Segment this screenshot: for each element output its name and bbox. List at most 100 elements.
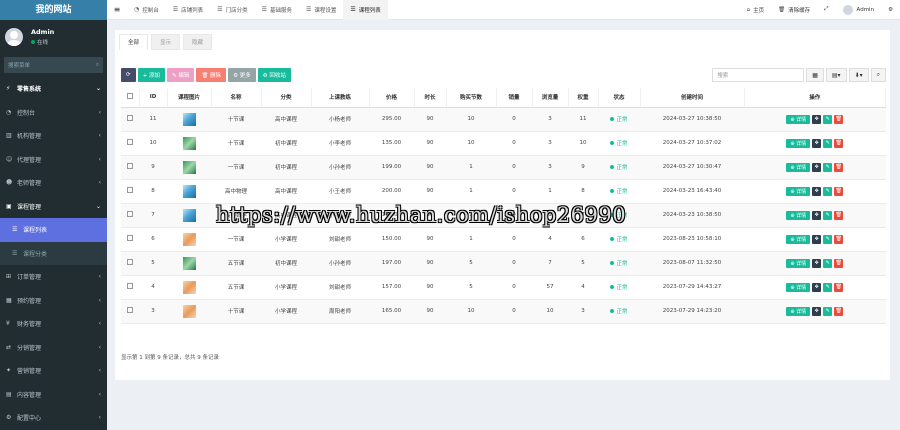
row-checkbox-cell[interactable] xyxy=(121,107,139,132)
course-thumbnail[interactable] xyxy=(182,112,196,126)
sidebar-item-12[interactable]: ✦ 营销管理 ‹ xyxy=(0,359,107,383)
edit-pencil-icon[interactable]: ✎ xyxy=(823,258,833,268)
column-header[interactable]: 浏览量 xyxy=(532,88,569,108)
table-row[interactable]: 6 一节课 小学课程 刘甜老师 150.00 90 1 0 4 6 正常 2023-08-23 10:… xyxy=(121,227,886,252)
edit-pencil-icon[interactable]: ✎ xyxy=(823,210,833,220)
page-tab-0[interactable]: ◔ 控制台 xyxy=(127,0,166,20)
column-header[interactable]: 价格 xyxy=(369,88,415,108)
table-row[interactable]: 11 十节课 高中课程 小杨老师 295.00 90 10 0 3 11 正常 2024-03-27 … xyxy=(121,107,886,132)
delete-trash-icon[interactable]: 🗑 xyxy=(834,234,844,244)
page-tab-4[interactable]: ☰ 课程设置 xyxy=(299,0,343,20)
refresh-button[interactable]: ⟳ xyxy=(121,68,136,82)
sidebar-item-1[interactable]: ◔ 控制台 ‹ xyxy=(0,101,107,125)
row-checkbox-cell[interactable] xyxy=(121,299,139,324)
row-checkbox-cell[interactable] xyxy=(121,203,139,228)
column-header[interactable]: 上课教练 xyxy=(311,88,370,108)
delete-trash-icon[interactable]: 🗑 xyxy=(834,186,844,196)
drag-move-icon[interactable]: ✥ xyxy=(812,138,822,148)
column-header[interactable]: 分类 xyxy=(261,88,312,108)
sidebar-item-3[interactable]: ☺ 代理管理 ‹ xyxy=(0,148,107,172)
menu-toggle-icon[interactable]: ≡ xyxy=(107,5,127,14)
delete-trash-icon[interactable]: 🗑 xyxy=(834,282,844,292)
column-header[interactable]: 权重 xyxy=(568,88,599,108)
edit-pencil-icon[interactable]: ✎ xyxy=(823,306,833,316)
page-tab-1[interactable]: ☰ 店铺列表 xyxy=(166,0,210,20)
table-row[interactable]: 9 一节课 初中课程 小孙老师 199.00 90 1 0 3 9 正常 2024-03-27 10:… xyxy=(121,155,886,180)
clear-cache-button[interactable]: 🗑 清除缓存 xyxy=(771,6,817,14)
detail-button[interactable]: ⊕ 详情 xyxy=(786,282,811,292)
recycle-bin-button[interactable]: ♻ 回收站 xyxy=(257,68,291,82)
sidebar-item-10[interactable]: ¥ 财务管理 ‹ xyxy=(0,312,107,336)
sidebar-item-2[interactable]: ▥ 机构管理 ‹ xyxy=(0,124,107,148)
edit-pencil-icon[interactable]: ✎ xyxy=(823,282,833,292)
row-checkbox[interactable] xyxy=(127,187,133,193)
row-checkbox[interactable] xyxy=(127,211,133,217)
table-row[interactable]: 8 高中物理 高中课程 小王老师 200.00 90 1 0 1 8 正常 2024-03-23 16… xyxy=(121,179,886,204)
delete-trash-icon[interactable]: 🗑 xyxy=(834,258,844,268)
site-logo[interactable]: 我的网站 xyxy=(0,0,107,20)
page-tab-5[interactable]: ☰ 课程列表 xyxy=(343,0,388,20)
course-thumbnail[interactable] xyxy=(182,208,196,222)
export-icon[interactable]: ⬇▾ xyxy=(848,68,869,82)
drag-move-icon[interactable]: ✥ xyxy=(812,186,822,196)
sidebar-item-13[interactable]: ▤ 内容管理 ‹ xyxy=(0,383,107,407)
filter-tab-1[interactable]: 显示 xyxy=(151,34,181,50)
sidebar-item-4[interactable]: ☻ 老师管理 ‹ xyxy=(0,171,107,195)
columns-icon[interactable]: ▤▾ xyxy=(825,68,847,82)
admin-menu[interactable]: Admin xyxy=(836,4,882,15)
search-icon[interactable]: ⌕ xyxy=(96,62,99,69)
sidebar-item-9[interactable]: ▦ 预约管理 ‹ xyxy=(0,289,107,313)
detail-button[interactable]: ⊕ 详情 xyxy=(786,306,811,316)
column-header[interactable]: 名称 xyxy=(211,88,262,108)
sidebar-item-14[interactable]: ⚙ 配置中心 ‹ xyxy=(0,406,107,430)
select-all-checkbox[interactable] xyxy=(121,88,140,108)
column-header[interactable]: 操作 xyxy=(744,88,886,108)
detail-button[interactable]: ⊕ 详情 xyxy=(786,138,811,148)
detail-button[interactable]: ⊕ 详情 xyxy=(786,114,811,124)
row-checkbox[interactable] xyxy=(127,259,133,265)
edit-pencil-icon[interactable]: ✎ xyxy=(823,138,833,148)
page-tab-3[interactable]: ☰ 基础服务 xyxy=(255,0,299,20)
detail-button[interactable]: ⊕ 详情 xyxy=(786,234,811,244)
column-header[interactable]: 创建时间 xyxy=(640,88,745,108)
edit-pencil-icon[interactable]: ✎ xyxy=(823,114,833,124)
toggle-view-icon[interactable]: ▦ xyxy=(806,68,824,82)
course-thumbnail[interactable] xyxy=(182,280,196,294)
course-thumbnail[interactable] xyxy=(182,184,196,198)
sidebar-item-11[interactable]: ⇄ 分销管理 ‹ xyxy=(0,336,107,360)
row-checkbox-cell[interactable] xyxy=(121,251,139,276)
column-header[interactable]: 销量 xyxy=(496,88,533,108)
column-header[interactable]: 购买节数 xyxy=(446,88,497,108)
sidebar-item-5[interactable]: ▣ 课程管理 ⌄ xyxy=(0,195,107,219)
table-row[interactable]: 10 十节课 初中课程 小李老师 135.00 90 10 0 3 10 正常 2024-03-27 … xyxy=(121,131,886,156)
drag-move-icon[interactable]: ✥ xyxy=(812,282,822,292)
filter-tab-0[interactable]: 全部 xyxy=(119,34,149,50)
detail-button[interactable]: ⊕ 详情 xyxy=(786,210,811,220)
delete-trash-icon[interactable]: 🗑 xyxy=(834,114,844,124)
row-checkbox[interactable] xyxy=(127,235,133,241)
delete-trash-icon[interactable]: 🗑 xyxy=(834,138,844,148)
sidebar-item-7[interactable]: ☰ 课程分类 xyxy=(0,241,107,265)
delete-trash-icon[interactable]: 🗑 xyxy=(834,162,844,172)
column-header[interactable]: ID xyxy=(139,88,168,108)
edit-button[interactable]: ✎ 编辑 xyxy=(166,68,195,82)
advanced-search-icon[interactable]: ⌕ xyxy=(870,68,886,82)
table-row[interactable]: 4 五节课 小学课程 刘甜老师 157.00 90 5 0 57 4 正常 2023-07-29 14… xyxy=(121,275,886,300)
column-header[interactable]: 时长 xyxy=(414,88,447,108)
row-checkbox[interactable] xyxy=(127,283,133,289)
edit-pencil-icon[interactable]: ✎ xyxy=(823,162,833,172)
course-thumbnail[interactable] xyxy=(182,160,196,174)
row-checkbox[interactable] xyxy=(127,139,133,145)
home-link[interactable]: ⌂ 主页 xyxy=(740,6,772,14)
row-checkbox-cell[interactable] xyxy=(121,227,139,252)
drag-move-icon[interactable]: ✥ xyxy=(812,234,822,244)
row-checkbox-cell[interactable] xyxy=(121,155,139,180)
add-button[interactable]: + 添加 xyxy=(137,68,165,82)
delete-trash-icon[interactable]: 🗑 xyxy=(834,210,844,220)
sidebar-item-0[interactable]: ⚡ 零售系统 ⌄ xyxy=(0,77,107,101)
detail-button[interactable]: ⊕ 详情 xyxy=(786,258,811,268)
course-thumbnail[interactable] xyxy=(182,136,196,150)
drag-move-icon[interactable]: ✥ xyxy=(812,114,822,124)
detail-button[interactable]: ⊕ 详情 xyxy=(786,186,811,196)
column-header[interactable]: 课程图片 xyxy=(167,88,212,108)
